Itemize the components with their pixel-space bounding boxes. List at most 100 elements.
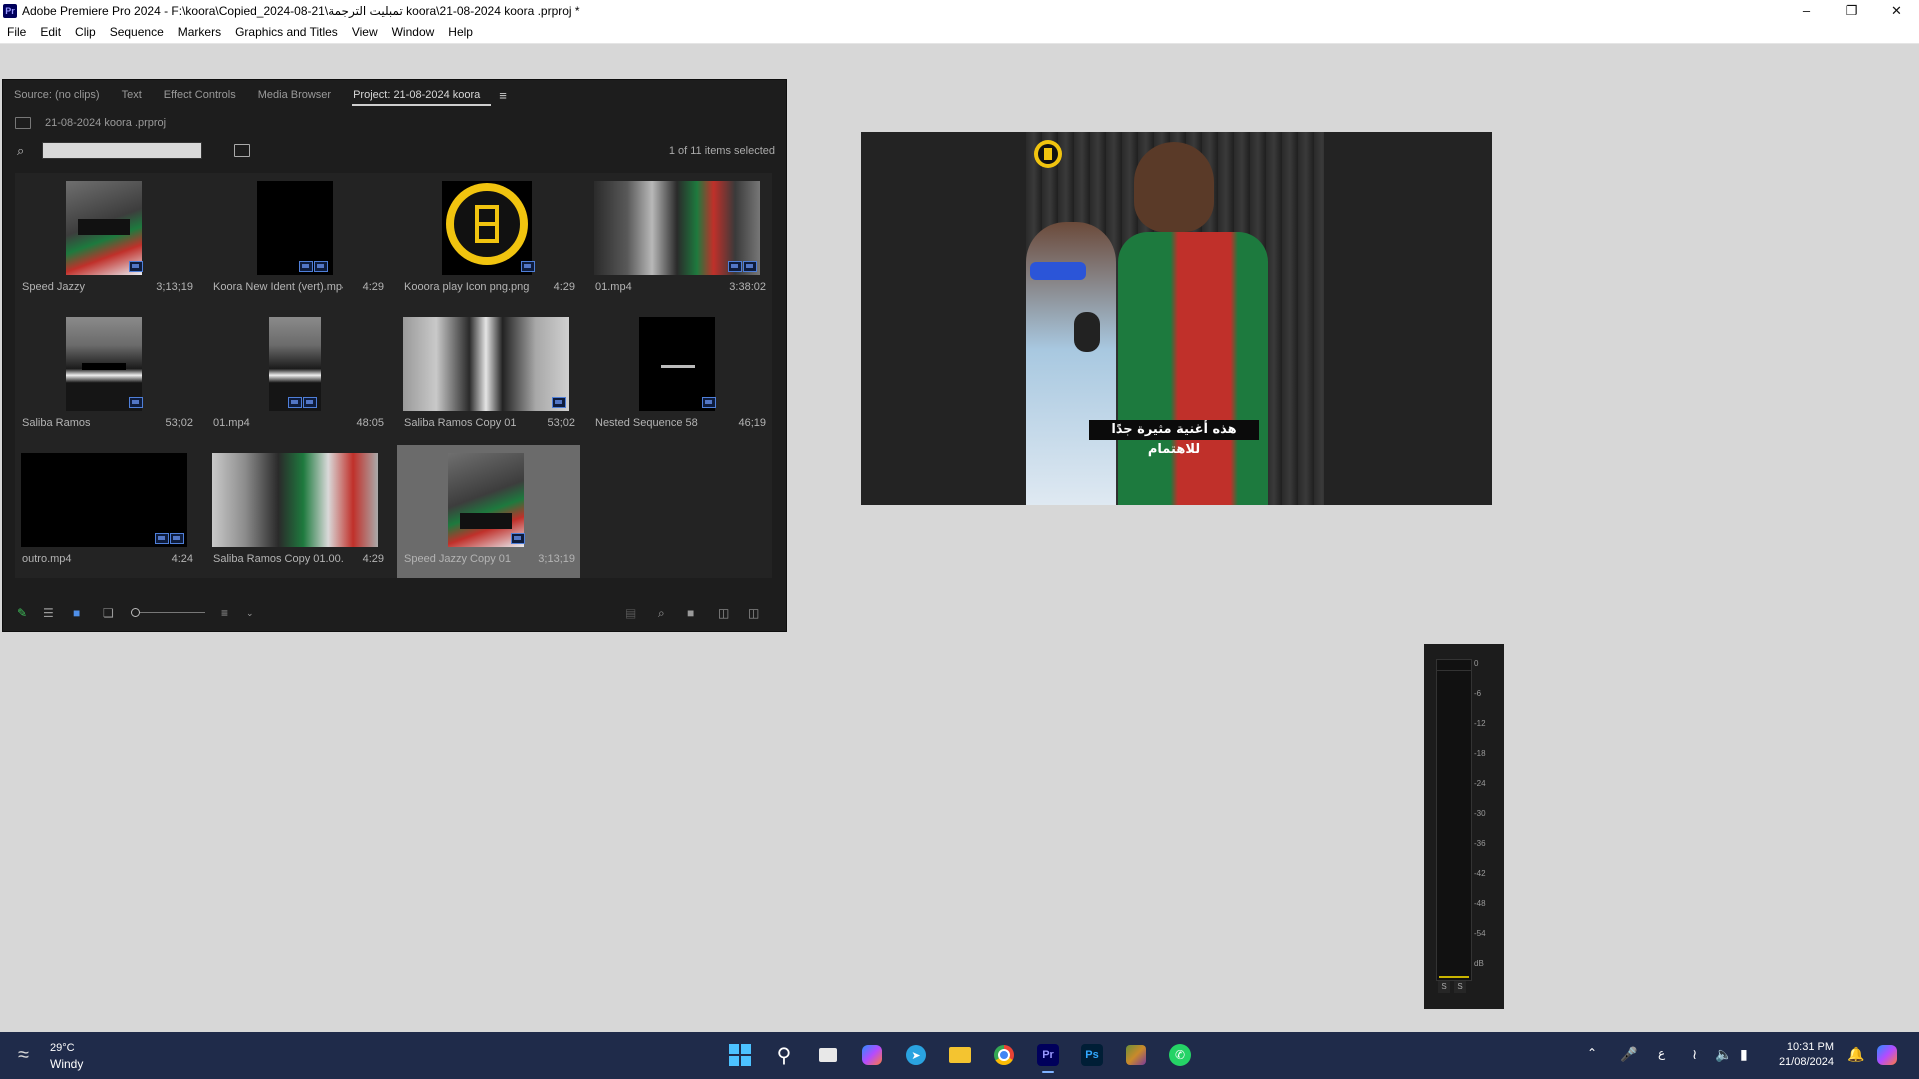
freeform-view-icon[interactable]: ❏ (103, 606, 114, 620)
weather-temperature[interactable]: 29°C (50, 1042, 75, 1054)
project-item[interactable]: Saliba Ramos Copy 01 53;02 (397, 309, 580, 442)
sequence-badge-icon (129, 397, 143, 408)
video-frame: هذه أغنية مثيرة جدًا للاهتمام (1026, 132, 1324, 505)
audio-badge-icon (743, 261, 757, 272)
menu-edit[interactable]: Edit (33, 25, 68, 39)
video-badge-icon (299, 261, 313, 272)
sequence-badge-icon (552, 397, 566, 408)
project-panel: Source: (no clips) Text Effect Controls … (2, 79, 787, 632)
start-icon[interactable] (727, 1042, 753, 1068)
panel-menu-icon[interactable]: ≡ (499, 88, 507, 103)
window-title: Adobe Premiere Pro 2024 - F:\koora\Copie… (22, 3, 580, 18)
premiere-icon[interactable]: Pr (1035, 1042, 1061, 1073)
tab-effect-controls[interactable]: Effect Controls (153, 80, 247, 110)
pencil-icon[interactable]: ✎ (17, 606, 27, 620)
file-explorer-icon[interactable] (947, 1042, 973, 1068)
project-item[interactable]: Saliba Ramos 53;02 (15, 309, 198, 442)
clip-thumbnail (594, 317, 760, 411)
project-item[interactable]: Kooora play Icon png.png 4:29 (397, 173, 580, 306)
video-badge-icon (155, 533, 169, 544)
breadcrumb-project[interactable]: 21-08-2024 koora .prproj (45, 117, 166, 129)
solo-right-button[interactable]: S (1454, 981, 1466, 993)
wifi-icon[interactable]: ≀ (1692, 1046, 1697, 1063)
input-language[interactable]: ع (1658, 1046, 1665, 1060)
zoom-slider[interactable] (131, 608, 205, 617)
automate-icon[interactable]: ▤ (625, 606, 636, 620)
volume-icon[interactable]: 🔈 (1715, 1046, 1732, 1063)
weather-description[interactable]: Windy (50, 1057, 83, 1071)
new-search-bin-icon[interactable] (234, 144, 250, 157)
clip-thumbnail (212, 453, 378, 547)
project-item[interactable]: outro.mp4 4:24 (15, 445, 198, 578)
video-badge-icon (288, 397, 302, 408)
photoshop-icon[interactable]: Ps (1079, 1042, 1105, 1068)
tab-media-browser[interactable]: Media Browser (247, 80, 342, 110)
game-icon[interactable] (1123, 1042, 1149, 1068)
list-view-icon[interactable]: ☰ (43, 606, 54, 620)
chevron-down-icon[interactable]: ⌄ (246, 608, 254, 619)
notification-bell-icon[interactable]: 🔔 (1847, 1046, 1864, 1063)
trash-icon[interactable]: ◫ (748, 606, 759, 620)
menu-file[interactable]: File (0, 25, 33, 39)
project-item[interactable]: Saliba Ramos Copy 01.00... 4:29 (206, 445, 389, 578)
copilot-icon[interactable] (859, 1042, 885, 1068)
maximize-icon[interactable]: ❐ (1829, 0, 1874, 21)
tab-text[interactable]: Text (111, 80, 153, 110)
whatsapp-icon[interactable]: ✆ (1167, 1042, 1193, 1068)
copilot-tray-icon[interactable] (1874, 1042, 1900, 1068)
audio-meter: 0 -6 -12 -18 -24 -30 -36 -42 -48 -54 dB … (1424, 644, 1504, 1009)
project-item[interactable]: 01.mp4 3:38:02 (588, 173, 771, 306)
project-item[interactable]: 01.mp4 48:05 (206, 309, 389, 442)
title-bar: Pr Adobe Premiere Pro 2024 - F:\koora\Co… (0, 0, 1919, 21)
telegram-icon[interactable]: ➤ (903, 1042, 929, 1068)
audio-meter-scale: 0 -6 -12 -18 -24 -30 -36 -42 -48 -54 dB (1474, 659, 1486, 968)
search-icon[interactable]: ⌕ (17, 143, 24, 159)
menu-clip[interactable]: Clip (68, 25, 103, 39)
audio-badge-icon (170, 533, 184, 544)
project-items-grid: Speed Jazzy 3;13;19 Koora New Ident (ver… (15, 173, 772, 578)
clip-thumbnail (403, 453, 569, 547)
new-item-icon[interactable]: ◫ (718, 606, 729, 620)
sequence-badge-icon (702, 397, 716, 408)
microphone-icon[interactable]: 🎤 (1620, 1046, 1637, 1063)
bin-icon (15, 117, 31, 129)
breadcrumb: 21-08-2024 koora .prproj (15, 117, 166, 129)
system-clock[interactable]: 10:31 PM 21/08/2024 (1779, 1040, 1834, 1070)
menu-view[interactable]: View (345, 25, 385, 39)
project-toolbar: ✎ ☰ ■ ❏ ≡ ⌄ ▤ ⌕ ■ ◫ ◫ (3, 596, 786, 630)
menu-markers[interactable]: Markers (171, 25, 228, 39)
project-item[interactable]: Speed Jazzy 3;13;19 (15, 173, 198, 306)
project-item[interactable]: Nested Sequence 58 46;19 (588, 309, 771, 442)
clip-thumbnail (403, 181, 569, 275)
search-input[interactable] (42, 142, 202, 159)
video-badge-icon (728, 261, 742, 272)
audio-badge-icon (314, 261, 328, 272)
minimize-icon[interactable]: – (1784, 0, 1829, 21)
menu-graphics-titles[interactable]: Graphics and Titles (228, 25, 345, 39)
close-icon[interactable]: ✕ (1874, 0, 1919, 21)
project-item[interactable]: Koora New Ident (vert).mp4 4:29 (206, 173, 389, 306)
weather-wind-icon[interactable]: ≈ (18, 1044, 29, 1067)
chrome-icon[interactable] (991, 1042, 1017, 1068)
clip-thumbnail (21, 317, 187, 411)
task-view-icon[interactable] (815, 1042, 841, 1068)
chevron-up-icon[interactable]: ⌃ (1587, 1046, 1597, 1060)
program-monitor[interactable]: هذه أغنية مثيرة جدًا للاهتمام (861, 132, 1492, 505)
icon-view-icon[interactable]: ■ (73, 606, 80, 620)
tab-source[interactable]: Source: (no clips) (3, 80, 111, 110)
clock-date: 21/08/2024 (1778, 1056, 1834, 1068)
battery-icon[interactable]: ▮ (1740, 1046, 1748, 1063)
project-item-selected[interactable]: Speed Jazzy Copy 01 3;13;19 (397, 445, 580, 578)
kooora-watermark-icon (1034, 140, 1062, 168)
find-icon[interactable]: ⌕ (658, 606, 665, 621)
solo-left-button[interactable]: S (1438, 981, 1450, 993)
sort-icon[interactable]: ≡ (221, 606, 228, 620)
search-icon[interactable]: ⚲ (771, 1042, 797, 1068)
menu-help[interactable]: Help (441, 25, 480, 39)
menu-sequence[interactable]: Sequence (103, 25, 171, 39)
new-bin-icon[interactable]: ■ (687, 606, 694, 620)
tab-project[interactable]: Project: 21-08-2024 koora (342, 80, 492, 110)
clip-thumbnail (403, 317, 569, 411)
menu-window[interactable]: Window (385, 25, 442, 39)
window-controls: – ❐ ✕ (1784, 0, 1919, 21)
